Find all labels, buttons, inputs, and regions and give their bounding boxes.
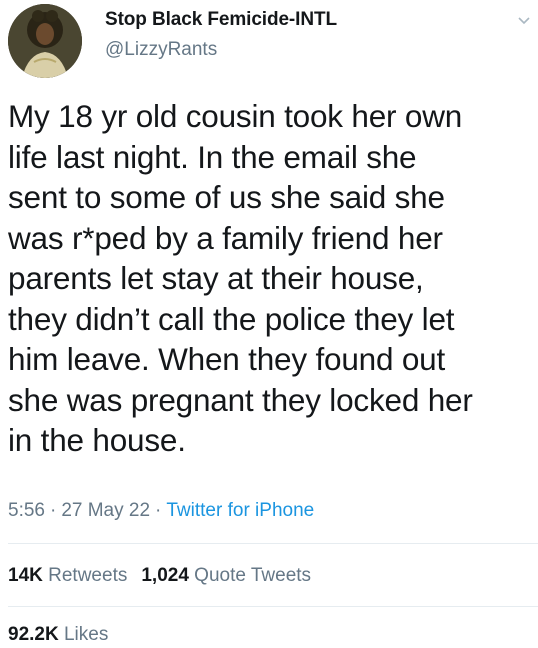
quote-tweets-stat[interactable]: 1,024 Quote Tweets xyxy=(141,563,311,589)
likes-stats: 92.2K Likes xyxy=(8,622,108,648)
retweets-label: Retweets xyxy=(48,565,128,586)
tweet-header: Stop Black Femicide-INTL @LizzyRants xyxy=(8,4,538,84)
tweet-text: My 18 yr old cousin took her own life la… xyxy=(8,98,473,458)
retweets-count: 14K xyxy=(8,565,43,586)
avatar[interactable] xyxy=(8,4,82,78)
likes-label: Likes xyxy=(63,624,109,645)
author-names: Stop Black Femicide-INTL @LizzyRants xyxy=(105,8,337,62)
quote-tweets-count: 1,024 xyxy=(141,565,189,586)
tweet-time[interactable]: 5:56 xyxy=(8,500,45,521)
tweet-meta: 5:56 · 27 May 22 · Twitter for iPhone xyxy=(8,498,314,524)
engagement-stats: 14K Retweets 1,024 Quote Tweets xyxy=(8,563,311,589)
retweets-stat[interactable]: 14K Retweets xyxy=(8,563,127,589)
chevron-down-icon[interactable] xyxy=(516,12,532,28)
author-display-name[interactable]: Stop Black Femicide-INTL xyxy=(105,8,337,32)
likes-count: 92.2K xyxy=(8,624,59,645)
divider xyxy=(8,606,538,607)
tweet-date[interactable]: 27 May 22 xyxy=(61,500,150,521)
quote-tweets-label: Quote Tweets xyxy=(194,565,312,586)
divider xyxy=(8,543,538,544)
tweet-source-link[interactable]: Twitter for iPhone xyxy=(166,500,314,521)
meta-separator: · xyxy=(155,500,162,521)
author-handle[interactable]: @LizzyRants xyxy=(105,38,337,62)
likes-stat[interactable]: 92.2K Likes xyxy=(8,622,108,648)
meta-separator: · xyxy=(49,500,57,521)
